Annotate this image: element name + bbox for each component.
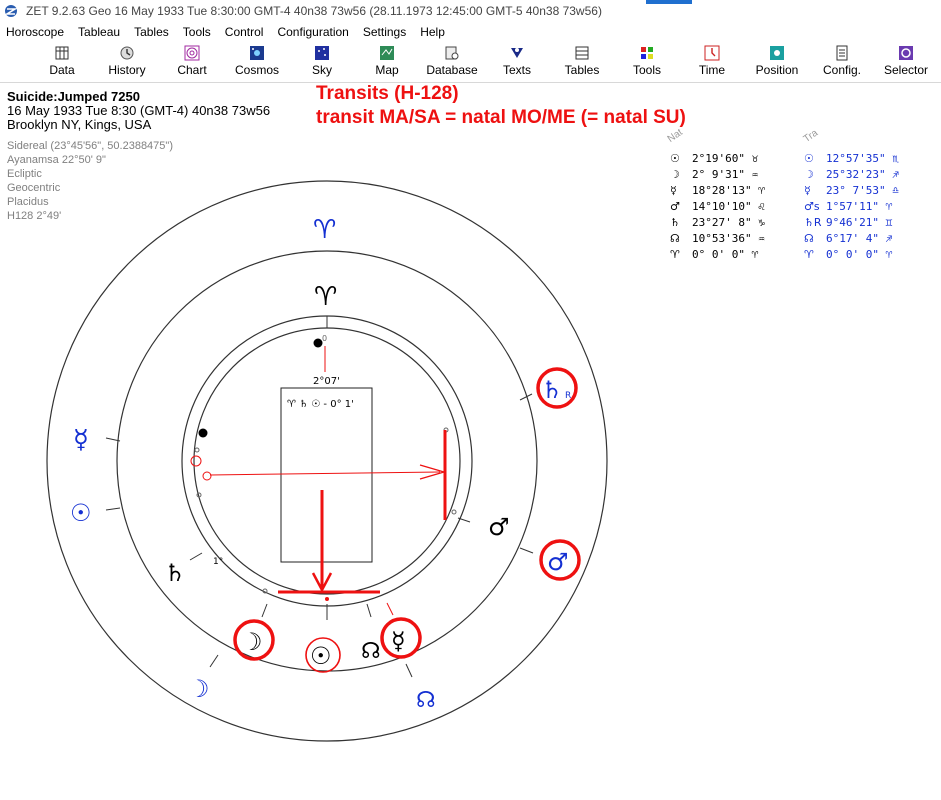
tick-mars-transit [519, 547, 534, 554]
aspect-text: ♈ ♄ ☉ - 0° 1' [287, 399, 354, 410]
tick-moon-transit [209, 654, 219, 668]
transit-node-glyph: ☊ [416, 688, 436, 713]
database-button[interactable]: Database [420, 45, 484, 83]
map-icon [380, 46, 394, 60]
menu-tableau[interactable]: Tableau [78, 22, 120, 42]
texts-button[interactable]: Texts [485, 45, 549, 83]
mc-marker [198, 428, 208, 438]
cusp-one-label: 1° [213, 557, 223, 567]
title-bar: ZET 9.2.63 Geo 16 May 1933 Tue 8:30:00 G… [0, 0, 941, 22]
tick-saturn-natal [189, 552, 203, 561]
transit-aries-glyph: ♈ [313, 215, 336, 245]
transit-sun-glyph: ☉ [70, 499, 92, 527]
position-button[interactable]: Position [745, 45, 809, 83]
aspect-box [280, 387, 373, 563]
cosmos-button[interactable]: Cosmos [225, 45, 289, 83]
window-title: ZET 9.2.63 Geo 16 May 1933 Tue 8:30:00 G… [26, 4, 602, 18]
history-button[interactable]: History [95, 45, 159, 83]
database-icon [445, 46, 459, 60]
menu-control[interactable]: Control [225, 22, 264, 42]
selector-icon [899, 46, 913, 60]
red-target-2 [202, 471, 212, 481]
transit-mars-glyph: ♂ [547, 548, 569, 576]
transit-moon-glyph: ☽ [188, 675, 210, 703]
menu-tables[interactable]: Tables [134, 22, 169, 42]
data-button[interactable]: Data [30, 45, 94, 83]
chart-icon [184, 45, 200, 61]
sky-button[interactable]: Sky [290, 45, 354, 83]
time-icon [704, 45, 720, 61]
config-icon [836, 45, 848, 61]
chart-wheel[interactable]: ♈ ♄ ☉ - 0° 1' 2°07' 0 1° ♈ ☿ ☉ ☽ ☊ ♄ R ♂… [0, 84, 941, 800]
cosmos-icon [250, 46, 264, 60]
menu-configuration[interactable]: Configuration [277, 22, 348, 42]
cusp-dot-1 [194, 447, 200, 453]
app-logo-icon [4, 5, 18, 17]
time-button[interactable]: Time [680, 45, 744, 83]
inner-degree-label: 2°07' [313, 376, 340, 387]
menu-help[interactable]: Help [420, 22, 445, 42]
cusp-dot-4 [451, 509, 457, 515]
menu-bar: Horoscope Tableau Tables Tools Control C… [0, 22, 941, 42]
tools-button[interactable]: Tools [615, 45, 679, 83]
texts-icon [511, 48, 523, 58]
tables-button[interactable]: Tables [550, 45, 614, 83]
menu-horoscope[interactable]: Horoscope [6, 22, 64, 42]
transit-saturn-glyph: ♄ [541, 376, 563, 404]
tools-icon [641, 47, 653, 59]
position-icon [770, 46, 784, 60]
data-icon [55, 46, 69, 60]
tick-node-transit [405, 663, 413, 678]
natal-mercury-glyph: ☿ [391, 627, 406, 655]
tick-node-natal [366, 603, 372, 618]
red-target-1 [190, 455, 202, 467]
tick-sun [105, 507, 121, 511]
map-button[interactable]: Map [355, 45, 419, 83]
history-icon [120, 46, 134, 60]
toolbar: Data History Chart Cosmos Sky Map Databa… [0, 43, 941, 83]
sky-icon [315, 46, 329, 60]
transit-mercury-glyph: ☿ [73, 425, 89, 455]
natal-moon-glyph: ☽ [241, 628, 263, 656]
config-button[interactable]: Config. [810, 45, 874, 83]
chart-button[interactable]: Chart [160, 45, 224, 83]
natal-node-glyph: ☊ [361, 639, 381, 664]
red-dot [325, 597, 329, 601]
natal-mars-glyph: ♂ [488, 513, 510, 541]
menu-settings[interactable]: Settings [363, 22, 406, 42]
natal-sun-glyph: ☉ [310, 642, 332, 670]
menu-tools[interactable]: Tools [183, 22, 211, 42]
asc-marker [313, 338, 323, 348]
natal-saturn-glyph: ♄ [164, 559, 186, 587]
selector-button[interactable]: Selector [874, 45, 938, 83]
tick-moon-natal [261, 603, 268, 618]
title-accent [646, 0, 692, 4]
tables-icon [575, 46, 589, 60]
cusp-zero-label: 0 [322, 334, 327, 343]
transit-saturn-retro: R [565, 391, 571, 401]
tick-mercury-natal [386, 602, 394, 616]
natal-aries-glyph: ♈ [314, 282, 337, 312]
